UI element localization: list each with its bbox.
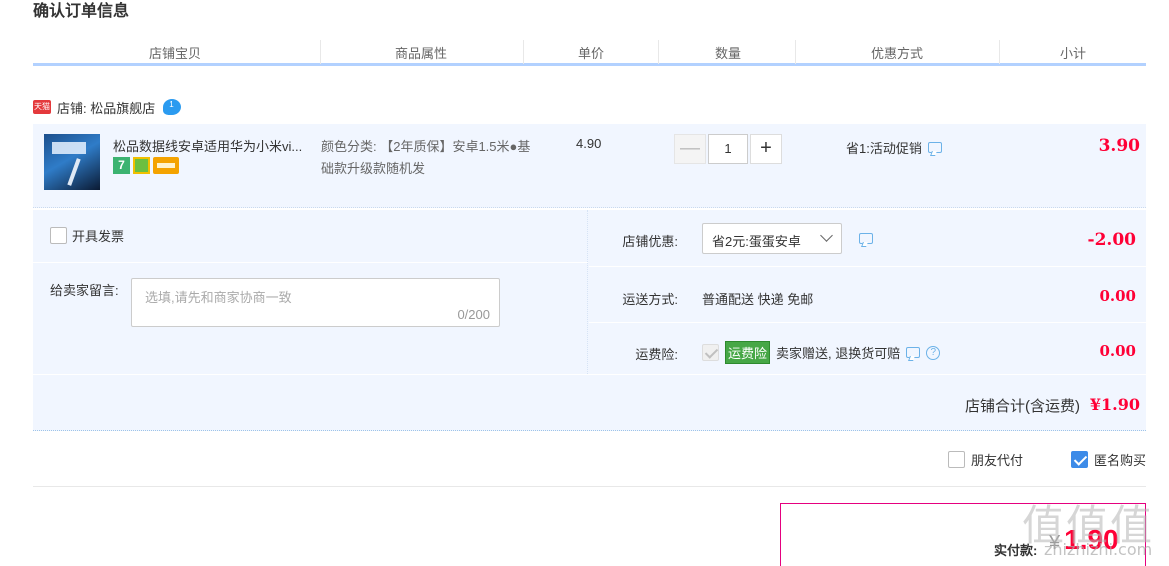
divider — [33, 486, 1146, 487]
shop-discount-select[interactable]: 省2元:蛋蛋安卓 — [702, 223, 842, 254]
shop-row: 天猫 店铺: 松品旗舰店 — [33, 97, 182, 117]
shipping-label: 运送方式: — [622, 292, 678, 307]
shipping-insurance-row: 运费险: 运费险 卖家赠送, 退换货可赔 ? 0.00 — [589, 324, 1146, 374]
anonymous-label[interactable]: 匿名购买 — [1094, 450, 1146, 469]
col-divider — [523, 40, 524, 64]
product-attributes: 颜色分类: 【2年质保】安卓1.5米●基础款升级款随机发 — [321, 139, 531, 176]
column-header: 店铺宝贝 商品属性 单价 数量 优惠方式 小计 — [33, 40, 1146, 66]
help-icon[interactable]: ? — [926, 345, 941, 360]
shipping-method: 普通配送 快递 免邮 — [702, 292, 814, 307]
anonymous-checkbox[interactable] — [1071, 451, 1089, 468]
shop-total-row: 店铺合计(含运费) ¥1.90 — [33, 374, 1146, 431]
friend-pay-checkbox[interactable] — [948, 451, 965, 468]
seller-message-label: 给卖家留言: — [50, 283, 119, 298]
shipping-amount: 0.00 — [1099, 287, 1136, 305]
order-extras: 开具发票 给卖家留言: 选填,请先和商家协商一致 0/200 店铺优惠: 省2元… — [33, 210, 1146, 431]
friend-pay-label[interactable]: 朋友代付 — [971, 450, 1023, 469]
page-title: 确认订单信息 — [33, 3, 130, 20]
guarantee-icon — [133, 157, 150, 174]
discount-comment-icon[interactable] — [859, 233, 873, 244]
col-unit-price: 单价 — [578, 46, 605, 61]
insurance-option: 运费险 卖家赠送, 退换货可赔 ? — [702, 341, 941, 364]
decrease-quantity-button[interactable]: — — [674, 134, 706, 164]
message-placeholder: 选填,请先和商家协商一致 — [145, 290, 292, 305]
shop-total-label: 店铺合计(含运费) — [965, 398, 1080, 415]
insurance-tag: 运费险 — [725, 341, 771, 364]
shop-discount-label: 店铺优惠: — [622, 234, 678, 249]
unit-price: 4.90 — [576, 136, 602, 151]
product-thumbnail[interactable] — [44, 134, 100, 190]
watermark-url: zhizhizhi.com — [1044, 540, 1153, 559]
chevron-down-icon — [820, 229, 833, 242]
order-options-left: 开具发票 给卖家留言: 选填,请先和商家协商一致 0/200 — [33, 210, 588, 374]
col-attributes: 商品属性 — [395, 46, 448, 61]
shop-total-amount: ¥1.90 — [1089, 395, 1140, 414]
invoice-checkbox[interactable] — [50, 227, 67, 244]
insurance-checkbox — [702, 344, 719, 361]
invoice-option[interactable]: 开具发票 — [50, 226, 124, 245]
shop-discount-selected: 省2元:蛋蛋安卓 — [712, 234, 801, 249]
col-shop-item: 店铺宝贝 — [149, 46, 202, 61]
insurance-amount: 0.00 — [1099, 342, 1136, 360]
col-promotion: 优惠方式 — [871, 46, 924, 61]
promotion-comment-icon[interactable] — [927, 142, 942, 153]
promotion: 省1:活动促销 — [846, 138, 942, 157]
item-subtotal: 3.90 — [1098, 136, 1140, 156]
service-badges: 7 — [113, 157, 179, 174]
invoice-label: 开具发票 — [72, 229, 125, 244]
col-divider — [795, 40, 796, 64]
seller-message-input[interactable]: 选填,请先和商家协商一致 0/200 — [131, 278, 500, 327]
shop-discount-row: 店铺优惠: 省2元:蛋蛋安卓 -2.00 — [589, 210, 1146, 267]
col-divider — [658, 40, 659, 64]
insurance-comment-icon[interactable] — [906, 347, 921, 358]
order-item-row: 松品数据线安卓适用华为小米vi... 7 颜色分类: 【2年质保】安卓1.5米●… — [33, 124, 1146, 208]
divider — [33, 262, 588, 263]
insurance-label: 运费险: — [635, 347, 678, 362]
col-divider — [320, 40, 321, 64]
payment-options: 朋友代付 匿名购买 — [948, 450, 1146, 469]
shipping-row: 运送方式: 普通配送 快递 免邮 0.00 — [589, 268, 1146, 323]
message-char-counter: 0/200 — [457, 307, 490, 322]
col-subtotal: 小计 — [1060, 46, 1087, 61]
promotion-text: 省1:活动促销 — [846, 141, 922, 156]
seven-day-return-icon: 7 — [113, 157, 130, 174]
col-quantity: 数量 — [715, 46, 742, 61]
credit-card-icon — [153, 157, 179, 174]
chat-seller-icon[interactable] — [163, 99, 182, 115]
insurance-text: 卖家赠送, 退换货可赔 — [776, 346, 901, 361]
col-divider — [999, 40, 1000, 64]
shop-name[interactable]: 店铺: 松品旗舰店 — [57, 98, 155, 117]
product-title[interactable]: 松品数据线安卓适用华为小米vi... — [113, 136, 318, 155]
quantity-stepper: — 1 + — [674, 134, 782, 164]
tmall-icon: 天猫 — [33, 100, 51, 114]
increase-quantity-button[interactable]: + — [750, 134, 782, 164]
shop-discount-amount: -2.00 — [1087, 230, 1136, 250]
quantity-input[interactable]: 1 — [708, 134, 748, 164]
